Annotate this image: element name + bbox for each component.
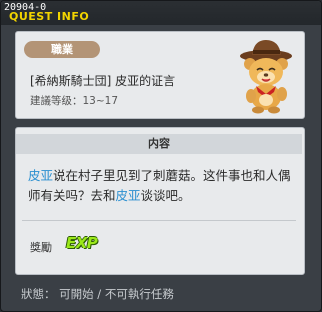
window-title: QUEST INFO — [9, 10, 90, 23]
title-bar[interactable]: 20904-0 QUEST INFO — [1, 1, 321, 25]
quest-header-panel: 職業 [希納斯騎士団] 皮亚的证言 建議等级：13~17 — [15, 31, 305, 119]
divider — [22, 220, 296, 221]
quest-name: [希納斯騎士団] 皮亚的证言 — [30, 74, 176, 88]
quest-info-window: 20904-0 QUEST INFO 職業 [希納斯騎士団] 皮亚的证言 建議等… — [0, 0, 322, 312]
job-badge: 職業 — [24, 41, 100, 58]
quest-content-panel: 内容 皮亚说在村子里见到了刺蘑菇。这件事也和人偶师有关吗？去和皮亚谈谈吧。 獎勵… — [15, 127, 305, 275]
exp-reward-icon: EXP — [66, 234, 98, 252]
npc-portrait-icon — [240, 40, 292, 114]
npc-name-link[interactable]: 皮亚 — [116, 188, 141, 203]
level-range: 建議等级：13~17 — [30, 95, 119, 107]
content-header: 内容 — [16, 134, 302, 154]
npc-name-link[interactable]: 皮亚 — [28, 168, 53, 183]
quest-status: 狀態： 可開始 / 不可執行任務 — [21, 287, 174, 301]
reward-label: 獎勵 — [30, 241, 52, 254]
description-text: 谈谈吧。 — [140, 188, 191, 203]
quest-description: 皮亚说在村子里见到了刺蘑菇。这件事也和人偶师有关吗？去和皮亚谈谈吧。 — [28, 166, 292, 206]
